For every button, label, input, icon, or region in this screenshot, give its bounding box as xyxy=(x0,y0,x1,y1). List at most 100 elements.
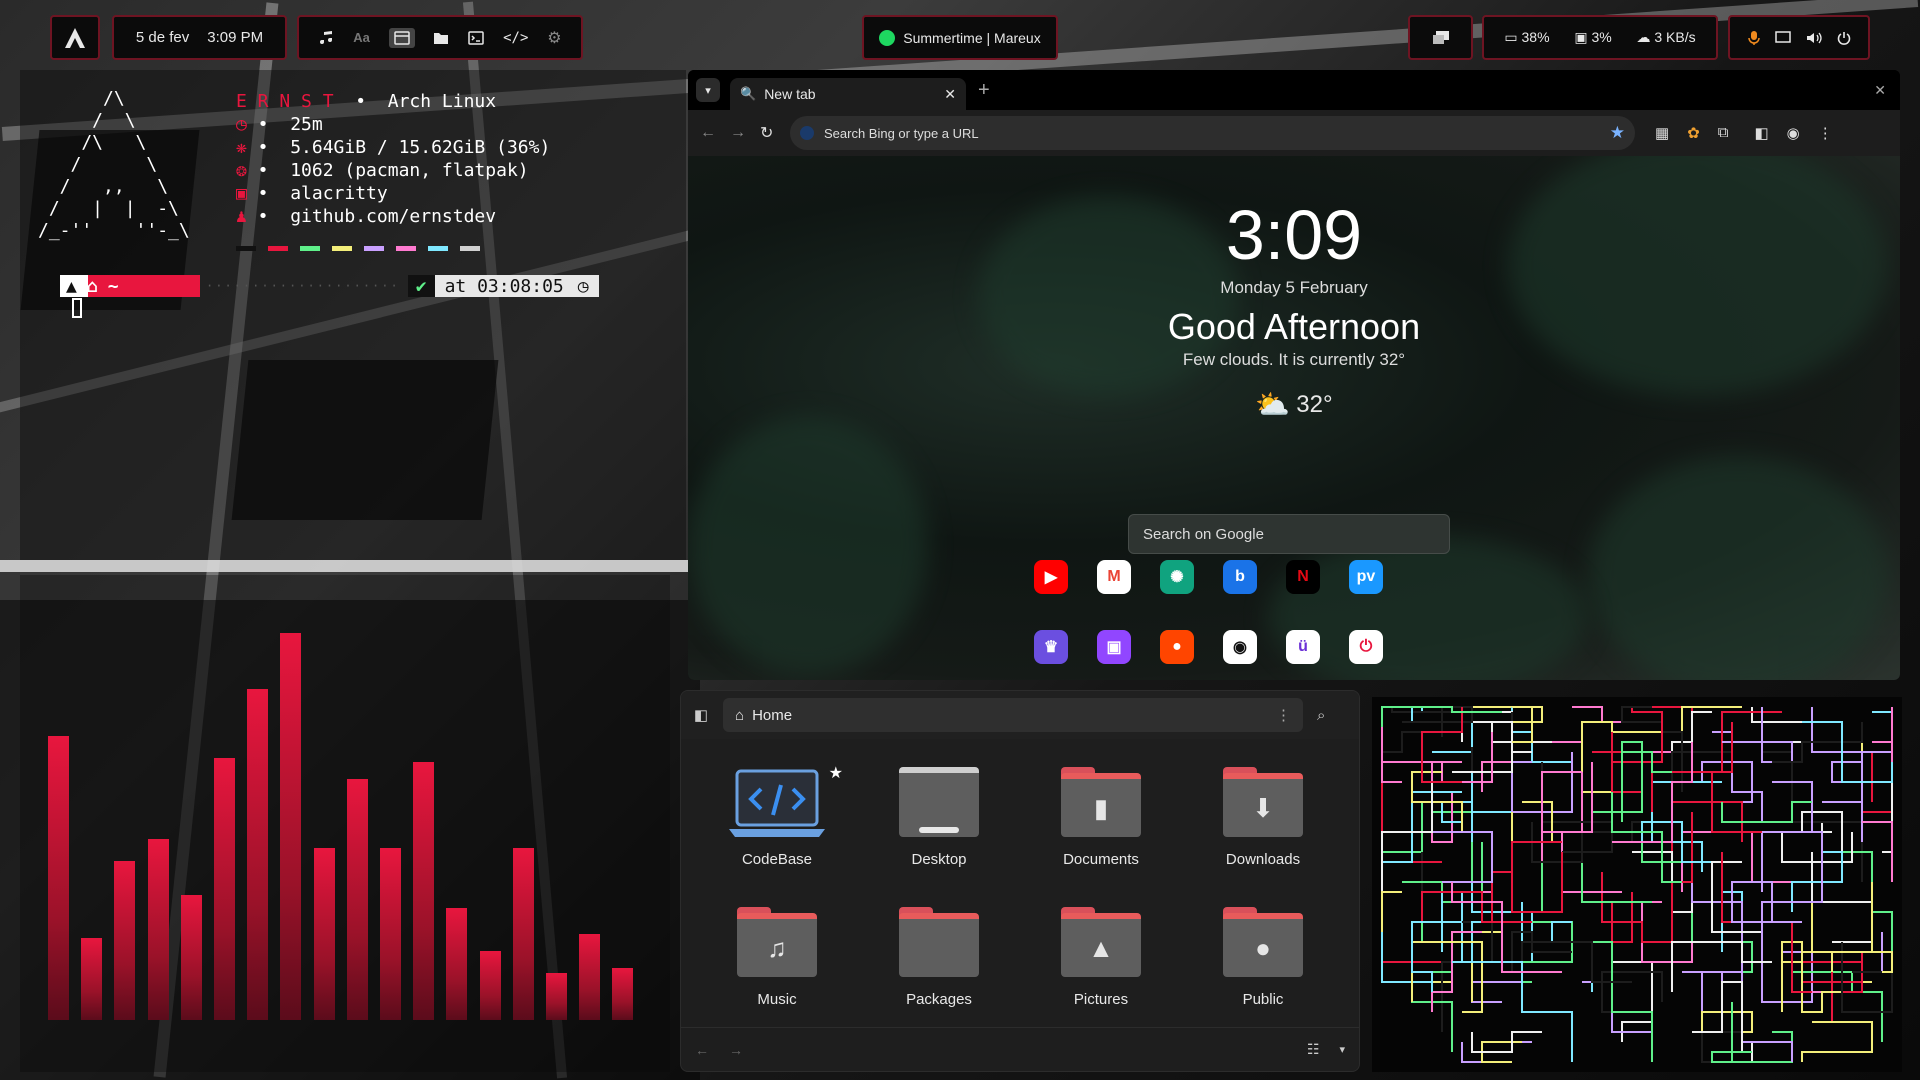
music-note-icon[interactable] xyxy=(318,30,334,46)
extension-icon[interactable]: ✿ xyxy=(1687,124,1700,142)
folder-music[interactable]: ♫ Music xyxy=(717,907,837,1008)
close-window-icon[interactable]: ✕ xyxy=(1874,82,1886,99)
shortcut-chatgpt[interactable]: ✺ xyxy=(1160,560,1194,594)
packages-line: ❂ • 1062 (pacman, flatpak) xyxy=(236,160,529,181)
home-icon: ⌂ xyxy=(735,706,745,724)
folder-icon[interactable] xyxy=(433,31,449,45)
bookmark-star-icon[interactable]: ★ xyxy=(1610,123,1625,143)
status-segment: ✔ xyxy=(407,275,435,297)
now-playing-widget[interactable]: Summertime | Mareux xyxy=(862,15,1058,60)
shortcut-twitch[interactable]: ▣ xyxy=(1097,630,1131,664)
battery-icon: ▭ xyxy=(1504,29,1518,45)
pipe xyxy=(1882,782,1893,853)
sidebar-icon[interactable]: ◧ xyxy=(1754,124,1768,142)
file-manager-window[interactable]: ◧ ⌂ Home ⋮ ⌕ CodeBase ★ Desktop ▮ Documents ⬇… xyxy=(680,690,1360,1072)
back-icon[interactable]: ← xyxy=(700,124,730,142)
tab-new-tab[interactable]: 🔍 New tab ✕ xyxy=(730,78,966,110)
windows-icon xyxy=(1432,30,1450,46)
gear-icon[interactable]: ⚙ xyxy=(547,28,561,48)
package-icon: ❂ xyxy=(236,160,247,181)
launcher-button[interactable] xyxy=(50,15,100,60)
terminal-window[interactable]: /\ / \ /\ \ / \ / ,, \ / | | -\ /_-'' ''… xyxy=(20,70,686,560)
profile-icon[interactable]: ◉ xyxy=(1787,124,1800,142)
browser-window[interactable]: ▾ 🔍 New tab ✕ + ✕ ← → ↻ Search Bing or t… xyxy=(688,70,1900,680)
shortcut-udemy[interactable]: ü xyxy=(1286,630,1320,664)
folder-label: Music xyxy=(757,991,797,1008)
pipe xyxy=(1381,891,1402,932)
search-box[interactable]: Search on Google xyxy=(1128,514,1450,554)
sidebar-toggle-icon[interactable]: ◧ xyxy=(689,706,713,724)
visualizer-bar xyxy=(48,736,69,1020)
shortcut-mastodon[interactable]: ⏻ xyxy=(1349,630,1383,664)
date: Monday 5 February xyxy=(1220,278,1368,297)
pipes-terminal xyxy=(1372,697,1902,1072)
tab-list-button[interactable]: ▾ xyxy=(696,78,720,102)
clock-widget[interactable]: 5 de fev 3:09 PM xyxy=(112,15,287,60)
search-icon: 🔍 xyxy=(740,86,757,101)
folder-documents[interactable]: ▮ Documents xyxy=(1041,767,1161,868)
search-icon[interactable]: ⌕ xyxy=(1317,707,1325,724)
palette-swatch xyxy=(268,246,288,251)
close-tab-icon[interactable]: ✕ xyxy=(944,86,956,103)
translate-icon[interactable]: Aa xyxy=(353,30,370,45)
extensions: ▦ ✿ ⧉ ◧ ◉ ⋮ xyxy=(1655,124,1833,142)
forward-icon[interactable]: → xyxy=(729,1042,743,1058)
path-menu-icon[interactable]: ⋮ xyxy=(1276,706,1291,724)
pipe xyxy=(1701,1011,1753,1062)
clock: 3:09 xyxy=(1225,196,1363,274)
folder-desktop[interactable]: Desktop xyxy=(879,767,999,868)
shell-prompt: ▲ ⌂ ~ ····················· ✔ at 03:08:0… xyxy=(60,275,599,297)
address-bar[interactable]: Search Bing or type a URL ★ xyxy=(790,116,1635,150)
view-list-icon[interactable]: ☷ xyxy=(1307,1041,1320,1058)
uptime-line: ◷ • 25m xyxy=(236,114,323,135)
folder-label: Packages xyxy=(906,991,972,1008)
folder-codebase[interactable]: CodeBase ★ xyxy=(717,765,843,868)
volume-icon[interactable] xyxy=(1806,31,1822,45)
shortcut-prime-video[interactable]: pv xyxy=(1349,560,1383,594)
puzzle-icon[interactable]: ⧉ xyxy=(1718,124,1729,142)
shortcut-bing[interactable]: b xyxy=(1223,560,1257,594)
power-icon[interactable] xyxy=(1837,31,1851,45)
github-line: ♟ • github.com/ernstdev xyxy=(236,206,497,227)
packages-folder-icon xyxy=(899,907,979,977)
folder-label: Desktop xyxy=(911,851,967,868)
extension-icon[interactable]: ▦ xyxy=(1655,124,1669,142)
shortcut-reddit[interactable]: ● xyxy=(1160,630,1194,664)
path-bar[interactable]: ⌂ Home ⋮ xyxy=(723,698,1303,732)
network-stat: ☁ 3 KB/s xyxy=(1636,29,1696,45)
pipe xyxy=(1491,871,1523,982)
palette-swatch xyxy=(300,246,320,251)
pipe xyxy=(1562,941,1653,1062)
pipe xyxy=(1701,971,1723,1033)
workspace-button[interactable] xyxy=(1408,15,1473,60)
folder-downloads[interactable]: ⬇ Downloads xyxy=(1203,767,1323,868)
shortcut-gmail[interactable]: M xyxy=(1097,560,1131,594)
user-icon: ♟ xyxy=(236,206,247,227)
new-tab-page: 3:09 Monday 5 February Good Afternoon Fe… xyxy=(688,156,1900,680)
folder-public[interactable]: ● Public xyxy=(1203,907,1323,1008)
new-tab-button[interactable]: + xyxy=(978,79,990,102)
palette-swatch xyxy=(428,246,448,251)
shortcut-kick[interactable]: ♛ xyxy=(1034,630,1068,664)
view-options-icon[interactable]: ▾ xyxy=(1339,1043,1345,1056)
shortcut-github[interactable]: ◉ xyxy=(1223,630,1257,664)
folder-label: CodeBase xyxy=(741,851,813,868)
folder-packages[interactable]: Packages xyxy=(879,907,999,1008)
code-icon[interactable]: </> xyxy=(503,30,528,46)
menu-icon[interactable]: ⋮ xyxy=(1818,124,1833,142)
forward-icon[interactable]: → xyxy=(730,124,760,142)
footer-bar: ← → ☷ ▾ xyxy=(681,1027,1359,1071)
pipe xyxy=(1512,706,1533,743)
screen-icon[interactable] xyxy=(1774,30,1791,45)
starred-icon: ★ xyxy=(828,765,843,782)
reload-icon[interactable]: ↻ xyxy=(760,123,790,143)
shortcut-youtube[interactable]: ▶ xyxy=(1034,560,1068,594)
back-icon[interactable]: ← xyxy=(695,1042,709,1058)
microphone-icon[interactable] xyxy=(1747,30,1760,46)
shortcut-netflix[interactable]: N xyxy=(1286,560,1320,594)
terminal-icon[interactable] xyxy=(468,30,485,45)
calendar-icon[interactable] xyxy=(388,27,415,48)
visualizer-bar xyxy=(413,762,435,1020)
visualizer-bar xyxy=(114,861,136,1020)
folder-pictures[interactable]: ▲ Pictures xyxy=(1041,907,1161,1008)
